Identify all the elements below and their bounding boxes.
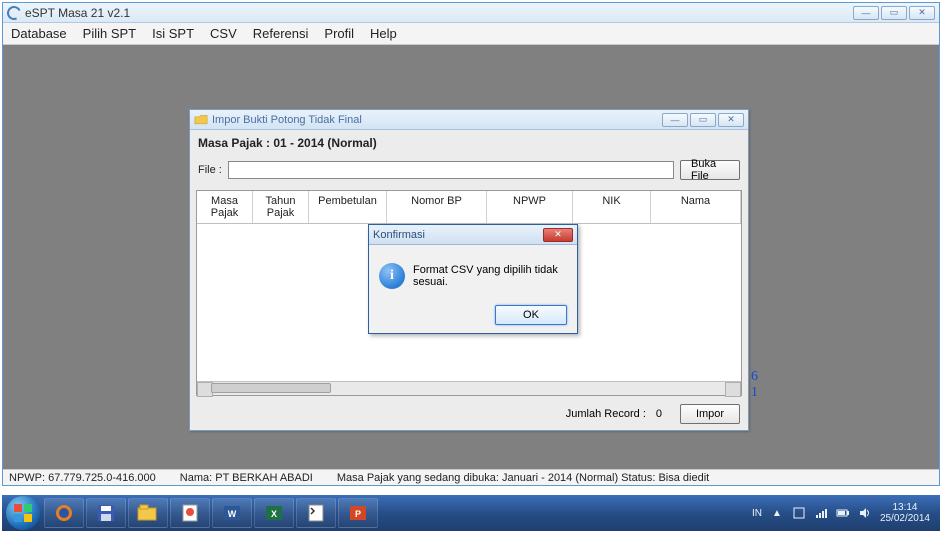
espt-app-icon: [306, 503, 326, 523]
ok-button[interactable]: OK: [495, 305, 567, 325]
col-nomor-bp[interactable]: Nomor BP: [387, 191, 487, 223]
side-number-a: 6: [751, 369, 758, 385]
taskbar-word[interactable]: W: [212, 498, 252, 528]
menu-csv[interactable]: CSV: [210, 26, 237, 41]
maximize-button[interactable]: ▭: [881, 6, 907, 20]
grid-header: Masa Pajak Tahun Pajak Pembetulan Nomor …: [197, 191, 741, 224]
taskbar-excel[interactable]: X: [254, 498, 294, 528]
window-controls: — ▭ ✕: [853, 6, 935, 20]
menu-help[interactable]: Help: [370, 26, 397, 41]
clock-time: 13:14: [880, 502, 930, 513]
dialog-titlebar[interactable]: Konfirmasi ✕: [369, 225, 577, 245]
foxit-icon: [180, 503, 200, 523]
masa-pajak-label: Masa Pajak : 01 - 2014 (Normal): [196, 134, 742, 154]
menu-profil[interactable]: Profil: [324, 26, 354, 41]
menu-referensi[interactable]: Referensi: [253, 26, 309, 41]
menu-database[interactable]: Database: [11, 26, 67, 41]
col-nama[interactable]: Nama: [651, 191, 741, 223]
lang-indicator[interactable]: IN: [752, 508, 762, 519]
dialog-message: Format CSV yang dipilih tidak sesuai.: [413, 264, 567, 288]
status-masa: Masa Pajak yang sedang dibuka: Januari -…: [337, 472, 709, 484]
import-close-button[interactable]: ✕: [718, 113, 744, 127]
import-footer: Jumlah Record : 0 Impor: [196, 400, 742, 424]
dialog-body: i Format CSV yang dipilih tidak sesuai.: [369, 245, 577, 299]
dialog-buttons: OK: [369, 299, 577, 333]
buka-file-button[interactable]: Buka File: [680, 160, 740, 180]
minimize-button[interactable]: —: [853, 6, 879, 20]
taskbar-save[interactable]: [86, 498, 126, 528]
svg-text:X: X: [271, 509, 277, 519]
taskbar-powerpoint[interactable]: P: [338, 498, 378, 528]
jumlah-record-value: 0: [656, 408, 662, 420]
menubar: Database Pilih SPT Isi SPT CSV Referensi…: [3, 23, 939, 45]
status-npwp: NPWP: 67.779.725.0-416.000: [9, 472, 156, 484]
app-logo-icon: [5, 4, 23, 22]
file-row: File : Buka File: [196, 158, 742, 186]
taskbar-firefox[interactable]: [44, 498, 84, 528]
folder-stack-icon: [137, 504, 159, 522]
col-tahun-pajak[interactable]: Tahun Pajak: [253, 191, 309, 223]
taskbar-explorer[interactable]: [128, 498, 168, 528]
taskbar-pinned-apps: W X P: [44, 498, 378, 528]
jumlah-record-label: Jumlah Record :: [566, 408, 646, 420]
system-tray[interactable]: IN ▲ 13:14 25/02/2014: [752, 502, 936, 524]
taskbar-espt[interactable]: [296, 498, 336, 528]
col-masa-pajak[interactable]: Masa Pajak: [197, 191, 253, 223]
powerpoint-icon: P: [348, 503, 368, 523]
side-number-b: 1: [751, 385, 758, 401]
konfirmasi-dialog: Konfirmasi ✕ i Format CSV yang dipilih t…: [368, 224, 578, 334]
svg-text:W: W: [228, 509, 237, 519]
battery-icon[interactable]: [836, 506, 850, 520]
col-npwp[interactable]: NPWP: [487, 191, 573, 223]
word-icon: W: [222, 503, 242, 523]
status-nama: Nama: PT BERKAH ABADI: [180, 472, 313, 484]
dialog-close-button[interactable]: ✕: [543, 228, 573, 242]
taskbar[interactable]: W X P IN ▲ 13:14 25/02/2014: [2, 495, 940, 531]
taskbar-clock[interactable]: 13:14 25/02/2014: [880, 502, 930, 524]
network-icon[interactable]: [814, 506, 828, 520]
col-nik[interactable]: NIK: [573, 191, 651, 223]
taskbar-foxit[interactable]: [170, 498, 210, 528]
excel-icon: X: [264, 503, 284, 523]
folder-icon: [194, 114, 208, 125]
impor-button[interactable]: Impor: [680, 404, 740, 424]
app-title: eSPT Masa 21 v2.1: [25, 6, 849, 20]
windows-logo-icon: [13, 503, 33, 523]
clock-date: 25/02/2014: [880, 513, 930, 524]
import-window-controls: — ▭ ✕: [662, 113, 744, 127]
app-titlebar[interactable]: eSPT Masa 21 v2.1 — ▭ ✕: [3, 3, 939, 23]
firefox-icon: [54, 503, 74, 523]
scrollbar-thumb[interactable]: [211, 383, 331, 393]
action-center-icon[interactable]: [792, 506, 806, 520]
svg-text:P: P: [355, 509, 361, 519]
menu-isi-spt[interactable]: Isi SPT: [152, 26, 194, 41]
file-path-input[interactable]: [228, 161, 674, 179]
col-pembetulan[interactable]: Pembetulan: [309, 191, 387, 223]
info-icon: i: [379, 263, 405, 289]
status-bar: NPWP: 67.779.725.0-416.000 Nama: PT BERK…: [3, 469, 939, 485]
menu-pilih-spt[interactable]: Pilih SPT: [83, 26, 136, 41]
horizontal-scrollbar[interactable]: [197, 381, 741, 395]
close-button[interactable]: ✕: [909, 6, 935, 20]
import-titlebar[interactable]: Impor Bukti Potong Tidak Final — ▭ ✕: [190, 110, 748, 130]
floppy-icon: [96, 503, 116, 523]
import-minimize-button[interactable]: —: [662, 113, 688, 127]
start-button[interactable]: [6, 496, 40, 530]
dialog-title: Konfirmasi: [373, 229, 543, 241]
tray-chevron-up-icon[interactable]: ▲: [770, 506, 784, 520]
volume-icon[interactable]: [858, 506, 872, 520]
file-label: File :: [198, 164, 222, 176]
import-title: Impor Bukti Potong Tidak Final: [212, 114, 658, 126]
import-maximize-button[interactable]: ▭: [690, 113, 716, 127]
